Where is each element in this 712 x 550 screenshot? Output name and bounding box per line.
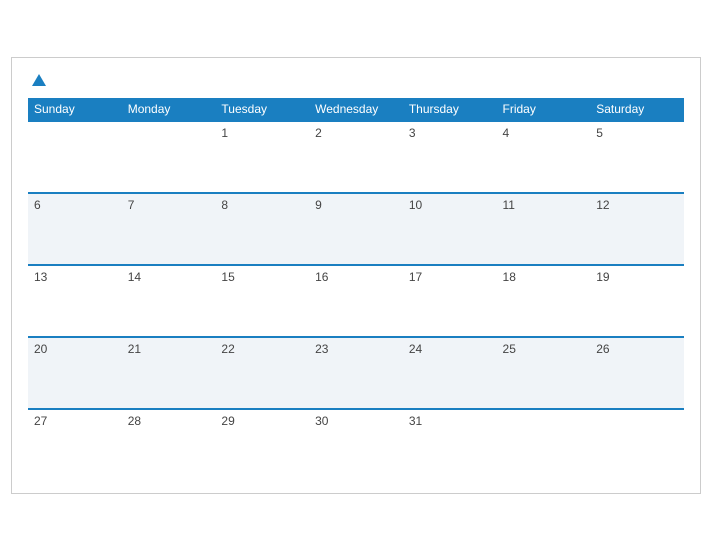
day-number: 2 [315, 126, 322, 140]
calendar-cell: 7 [122, 193, 216, 265]
calendar-cell: 20 [28, 337, 122, 409]
logo-blue-text [28, 74, 46, 86]
day-number: 23 [315, 342, 328, 356]
week-row-4: 20 21 22 23 24 25 26 [28, 337, 684, 409]
day-number: 7 [128, 198, 135, 212]
weekday-header-monday: Monday [122, 98, 216, 121]
day-number: 3 [409, 126, 416, 140]
calendar-container: SundayMondayTuesdayWednesdayThursdayFrid… [11, 57, 701, 494]
calendar-cell: 5 [590, 121, 684, 193]
calendar-cell: 8 [215, 193, 309, 265]
calendar-cell: 10 [403, 193, 497, 265]
day-number: 4 [503, 126, 510, 140]
logo-triangle-icon [32, 74, 46, 86]
day-number: 9 [315, 198, 322, 212]
calendar-cell: 18 [497, 265, 591, 337]
calendar-cell: 15 [215, 265, 309, 337]
calendar-cell: 4 [497, 121, 591, 193]
logo [28, 74, 46, 86]
day-number: 24 [409, 342, 422, 356]
calendar-cell: 27 [28, 409, 122, 481]
calendar-cell [590, 409, 684, 481]
week-row-2: 6 7 8 9 10 11 12 [28, 193, 684, 265]
weekday-header-sunday: Sunday [28, 98, 122, 121]
calendar-cell: 22 [215, 337, 309, 409]
calendar-header [28, 74, 684, 86]
day-number: 18 [503, 270, 516, 284]
weekday-header-tuesday: Tuesday [215, 98, 309, 121]
calendar-cell: 1 [215, 121, 309, 193]
weekday-header-thursday: Thursday [403, 98, 497, 121]
calendar-cell: 29 [215, 409, 309, 481]
calendar-cell: 2 [309, 121, 403, 193]
day-number: 28 [128, 414, 141, 428]
day-number: 14 [128, 270, 141, 284]
weekday-header-friday: Friday [497, 98, 591, 121]
calendar-cell: 23 [309, 337, 403, 409]
day-number: 8 [221, 198, 228, 212]
day-number: 15 [221, 270, 234, 284]
day-number: 16 [315, 270, 328, 284]
day-number: 29 [221, 414, 234, 428]
day-number: 27 [34, 414, 47, 428]
day-number: 22 [221, 342, 234, 356]
week-row-3: 13 14 15 16 17 18 19 [28, 265, 684, 337]
day-number: 1 [221, 126, 228, 140]
day-number: 5 [596, 126, 603, 140]
calendar-cell: 9 [309, 193, 403, 265]
calendar-cell: 14 [122, 265, 216, 337]
week-row-1: 1 2 3 4 5 [28, 121, 684, 193]
calendar-cell: 25 [497, 337, 591, 409]
calendar-cell [28, 121, 122, 193]
calendar-cell [122, 121, 216, 193]
day-number: 13 [34, 270, 47, 284]
day-number: 25 [503, 342, 516, 356]
day-number: 20 [34, 342, 47, 356]
calendar-cell: 30 [309, 409, 403, 481]
calendar-cell: 19 [590, 265, 684, 337]
calendar-table: SundayMondayTuesdayWednesdayThursdayFrid… [28, 98, 684, 481]
day-number: 21 [128, 342, 141, 356]
week-row-5: 27 28 29 30 31 [28, 409, 684, 481]
calendar-cell: 11 [497, 193, 591, 265]
calendar-cell: 3 [403, 121, 497, 193]
day-number: 10 [409, 198, 422, 212]
day-number: 30 [315, 414, 328, 428]
calendar-cell: 24 [403, 337, 497, 409]
weekday-header-row: SundayMondayTuesdayWednesdayThursdayFrid… [28, 98, 684, 121]
weekday-header-wednesday: Wednesday [309, 98, 403, 121]
day-number: 17 [409, 270, 422, 284]
calendar-cell: 26 [590, 337, 684, 409]
day-number: 26 [596, 342, 609, 356]
calendar-cell: 31 [403, 409, 497, 481]
day-number: 31 [409, 414, 422, 428]
day-number: 6 [34, 198, 41, 212]
day-number: 11 [503, 198, 515, 212]
calendar-cell: 28 [122, 409, 216, 481]
calendar-cell: 12 [590, 193, 684, 265]
calendar-cell: 6 [28, 193, 122, 265]
day-number: 19 [596, 270, 609, 284]
day-number: 12 [596, 198, 609, 212]
calendar-cell: 17 [403, 265, 497, 337]
calendar-cell: 16 [309, 265, 403, 337]
calendar-cell: 13 [28, 265, 122, 337]
calendar-cell [497, 409, 591, 481]
weekday-header-saturday: Saturday [590, 98, 684, 121]
calendar-cell: 21 [122, 337, 216, 409]
